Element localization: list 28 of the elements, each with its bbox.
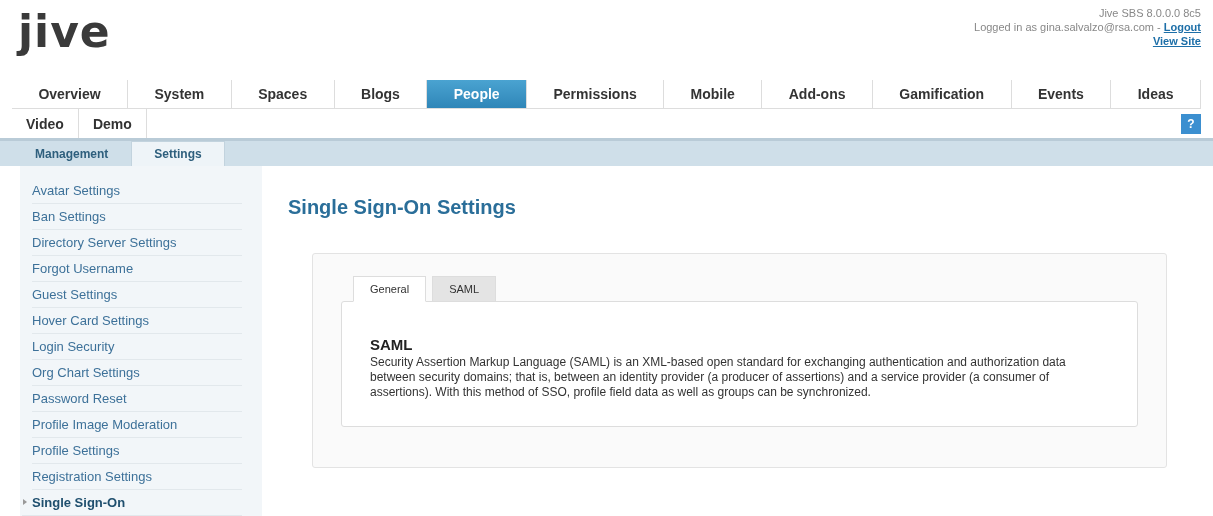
sidebar-item[interactable]: Guest Settings — [32, 282, 242, 308]
logout-link[interactable]: Logout — [1163, 20, 1201, 34]
view-site-link[interactable]: View Site — [1152, 34, 1201, 48]
sidebar-item[interactable]: Avatar Settings — [32, 178, 242, 204]
sidebar-item[interactable]: Profile Settings — [32, 438, 242, 464]
sidebar-item[interactable]: Profile Image Moderation — [32, 412, 242, 438]
sidebar-item[interactable]: Registration Settings — [32, 464, 242, 490]
page-title: Single Sign-On Settings — [288, 196, 517, 219]
sidebar-item[interactable]: Login Security — [32, 334, 242, 360]
nav-tab[interactable]: People — [427, 79, 528, 109]
sub-tab[interactable]: Settings — [131, 141, 225, 166]
sidebar-item[interactable]: Single Sign-On — [22, 490, 242, 516]
help-button[interactable]: ? — [1181, 113, 1201, 134]
section-heading: SAML — [370, 336, 414, 353]
jive-logo: jive — [18, 5, 111, 56]
sidebar-item[interactable]: Hover Card Settings — [32, 308, 242, 334]
logged-in-text: Logged in as gina.salvalzo@rsa.com - — [974, 20, 1162, 34]
sidebar-item[interactable]: Directory Server Settings — [32, 230, 242, 256]
caret-icon — [22, 498, 28, 507]
description-text: Security Assertion Markup Language (SAML) is an XML-based open standard for exchanging authentication and authorization data between security domains; that is, between an identity provider (a producer of assertions) and a service provider (a consumer of assertions). With this method of SSO, profile field data as well as groups can be synchronized. — [370, 355, 1067, 400]
sidebar-item[interactable]: Org Chart Settings — [32, 360, 242, 386]
sidebar-item[interactable]: Ban Settings — [32, 204, 242, 230]
tab[interactable]: General — [353, 276, 427, 302]
version-text: Jive SBS 8.0.0.0 8c5 — [1098, 6, 1201, 20]
sidebar-item[interactable]: Password Reset — [32, 386, 242, 412]
sidebar-item[interactable]: Forgot Username — [32, 256, 242, 282]
sub-tab[interactable]: Management — [12, 141, 132, 166]
tab[interactable]: SAML — [432, 276, 497, 302]
